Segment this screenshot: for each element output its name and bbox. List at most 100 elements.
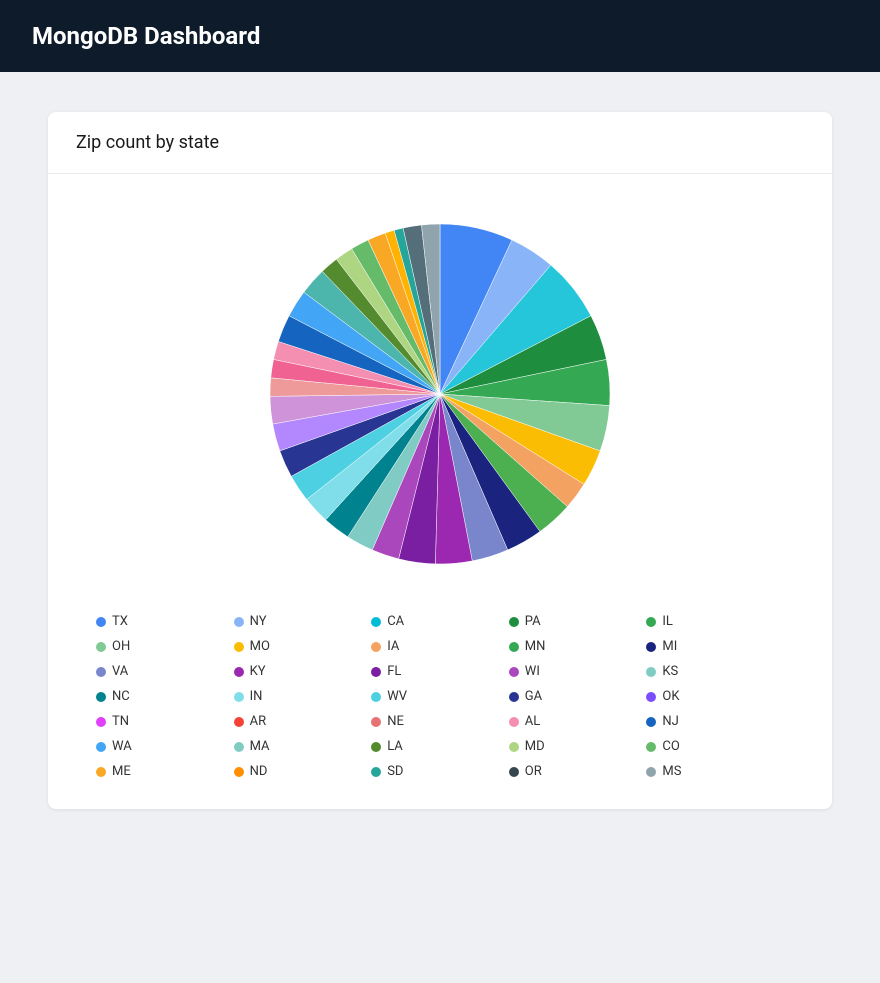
legend-dot-NJ: [646, 717, 656, 727]
legend-dot-ND: [234, 767, 244, 777]
legend-dot-SD: [371, 767, 381, 777]
legend-item-ND: ND: [234, 764, 372, 779]
legend-item-NE: NE: [371, 714, 509, 729]
legend-label-NE: NE: [387, 714, 404, 729]
legend-label-TX: TX: [112, 614, 128, 629]
legend-dot-MN: [509, 642, 519, 652]
legend-item-MN: MN: [509, 639, 647, 654]
legend-label-AL: AL: [525, 714, 540, 729]
legend-item-AL: AL: [509, 714, 647, 729]
legend-label-NY: NY: [250, 614, 267, 629]
legend-dot-AR: [234, 717, 244, 727]
main-content: Zip count by state TX NY CA PA IL OH MO IA MN MI V…: [0, 72, 880, 849]
legend-label-KS: KS: [662, 664, 678, 679]
legend-item-NC: NC: [96, 689, 234, 704]
legend-item-WV: WV: [371, 689, 509, 704]
legend-dot-OR: [509, 767, 519, 777]
legend-label-GA: GA: [525, 689, 542, 704]
legend-label-MD: MD: [525, 739, 545, 754]
legend-item-KY: KY: [234, 664, 372, 679]
legend-label-ND: ND: [250, 764, 268, 779]
legend-label-NC: NC: [112, 689, 130, 704]
legend-label-PA: PA: [525, 614, 541, 629]
legend-item-NY: NY: [234, 614, 372, 629]
legend-label-IA: IA: [387, 639, 399, 654]
chart-area: TX NY CA PA IL OH MO IA MN MI VA KY FL WI KS NC IN WV GA OK…: [48, 174, 832, 809]
legend-dot-GA: [509, 692, 519, 702]
legend-item-WI: WI: [509, 664, 647, 679]
legend-dot-MI: [646, 642, 656, 652]
pie-chart: [260, 214, 620, 574]
legend-label-NJ: NJ: [662, 714, 678, 729]
legend-dot-KS: [646, 667, 656, 677]
chart-card: Zip count by state TX NY CA PA IL OH MO IA MN MI V…: [48, 112, 832, 809]
legend-dot-FL: [371, 667, 381, 677]
legend-dot-ME: [96, 767, 106, 777]
legend-label-WI: WI: [525, 664, 540, 679]
legend-label-MI: MI: [662, 639, 677, 654]
legend-dot-LA: [371, 742, 381, 752]
legend-dot-WV: [371, 692, 381, 702]
legend-label-CO: CO: [662, 739, 679, 754]
legend-label-KY: KY: [250, 664, 266, 679]
legend-item-PA: PA: [509, 614, 647, 629]
legend-dot-CO: [646, 742, 656, 752]
legend-dot-MO: [234, 642, 244, 652]
legend-dot-MS: [646, 767, 656, 777]
legend-label-MA: MA: [250, 739, 270, 754]
legend-label-WA: WA: [112, 739, 132, 754]
legend-dot-AL: [509, 717, 519, 727]
legend-item-MD: MD: [509, 739, 647, 754]
legend-item-MA: MA: [234, 739, 372, 754]
legend-label-WV: WV: [387, 689, 407, 704]
legend-item-IL: IL: [646, 614, 784, 629]
legend-label-FL: FL: [387, 664, 401, 679]
legend-dot-VA: [96, 667, 106, 677]
legend-label-VA: VA: [112, 664, 128, 679]
legend-item-MI: MI: [646, 639, 784, 654]
legend-label-CA: CA: [387, 614, 404, 629]
legend-dot-PA: [509, 617, 519, 627]
legend-label-ME: ME: [112, 764, 131, 779]
legend-item-IN: IN: [234, 689, 372, 704]
pie-svg: [260, 214, 620, 574]
legend-label-TN: TN: [112, 714, 129, 729]
legend-item-MO: MO: [234, 639, 372, 654]
legend-label-OK: OK: [662, 689, 679, 704]
legend-item-TX: TX: [96, 614, 234, 629]
legend-label-MS: MS: [662, 764, 681, 779]
card-header: Zip count by state: [48, 112, 832, 174]
legend-item-MS: MS: [646, 764, 784, 779]
legend-label-OR: OR: [525, 764, 542, 779]
legend-label-OH: OH: [112, 639, 130, 654]
legend-label-AR: AR: [250, 714, 267, 729]
legend-item-OR: OR: [509, 764, 647, 779]
legend-dot-NC: [96, 692, 106, 702]
legend-label-IL: IL: [662, 614, 673, 629]
legend-dot-MD: [509, 742, 519, 752]
legend-label-IN: IN: [250, 689, 263, 704]
legend-item-SD: SD: [371, 764, 509, 779]
legend-dot-TX: [96, 617, 106, 627]
legend-dot-IN: [234, 692, 244, 702]
legend-label-MN: MN: [525, 639, 546, 654]
legend-item-LA: LA: [371, 739, 509, 754]
legend-dot-OH: [96, 642, 106, 652]
legend-dot-NE: [371, 717, 381, 727]
legend-dot-IA: [371, 642, 381, 652]
legend-dot-MA: [234, 742, 244, 752]
legend-label-LA: LA: [387, 739, 403, 754]
app-title: MongoDB Dashboard: [32, 22, 260, 50]
card-title: Zip count by state: [76, 132, 219, 153]
legend-item-FL: FL: [371, 664, 509, 679]
legend-dot-KY: [234, 667, 244, 677]
legend-item-OK: OK: [646, 689, 784, 704]
app-header: MongoDB Dashboard: [0, 0, 880, 72]
legend-dot-WI: [509, 667, 519, 677]
legend-dot-IL: [646, 617, 656, 627]
legend-item-IA: IA: [371, 639, 509, 654]
legend-label-SD: SD: [387, 764, 403, 779]
legend-item-NJ: NJ: [646, 714, 784, 729]
legend-item-CO: CO: [646, 739, 784, 754]
legend-dot-TN: [96, 717, 106, 727]
